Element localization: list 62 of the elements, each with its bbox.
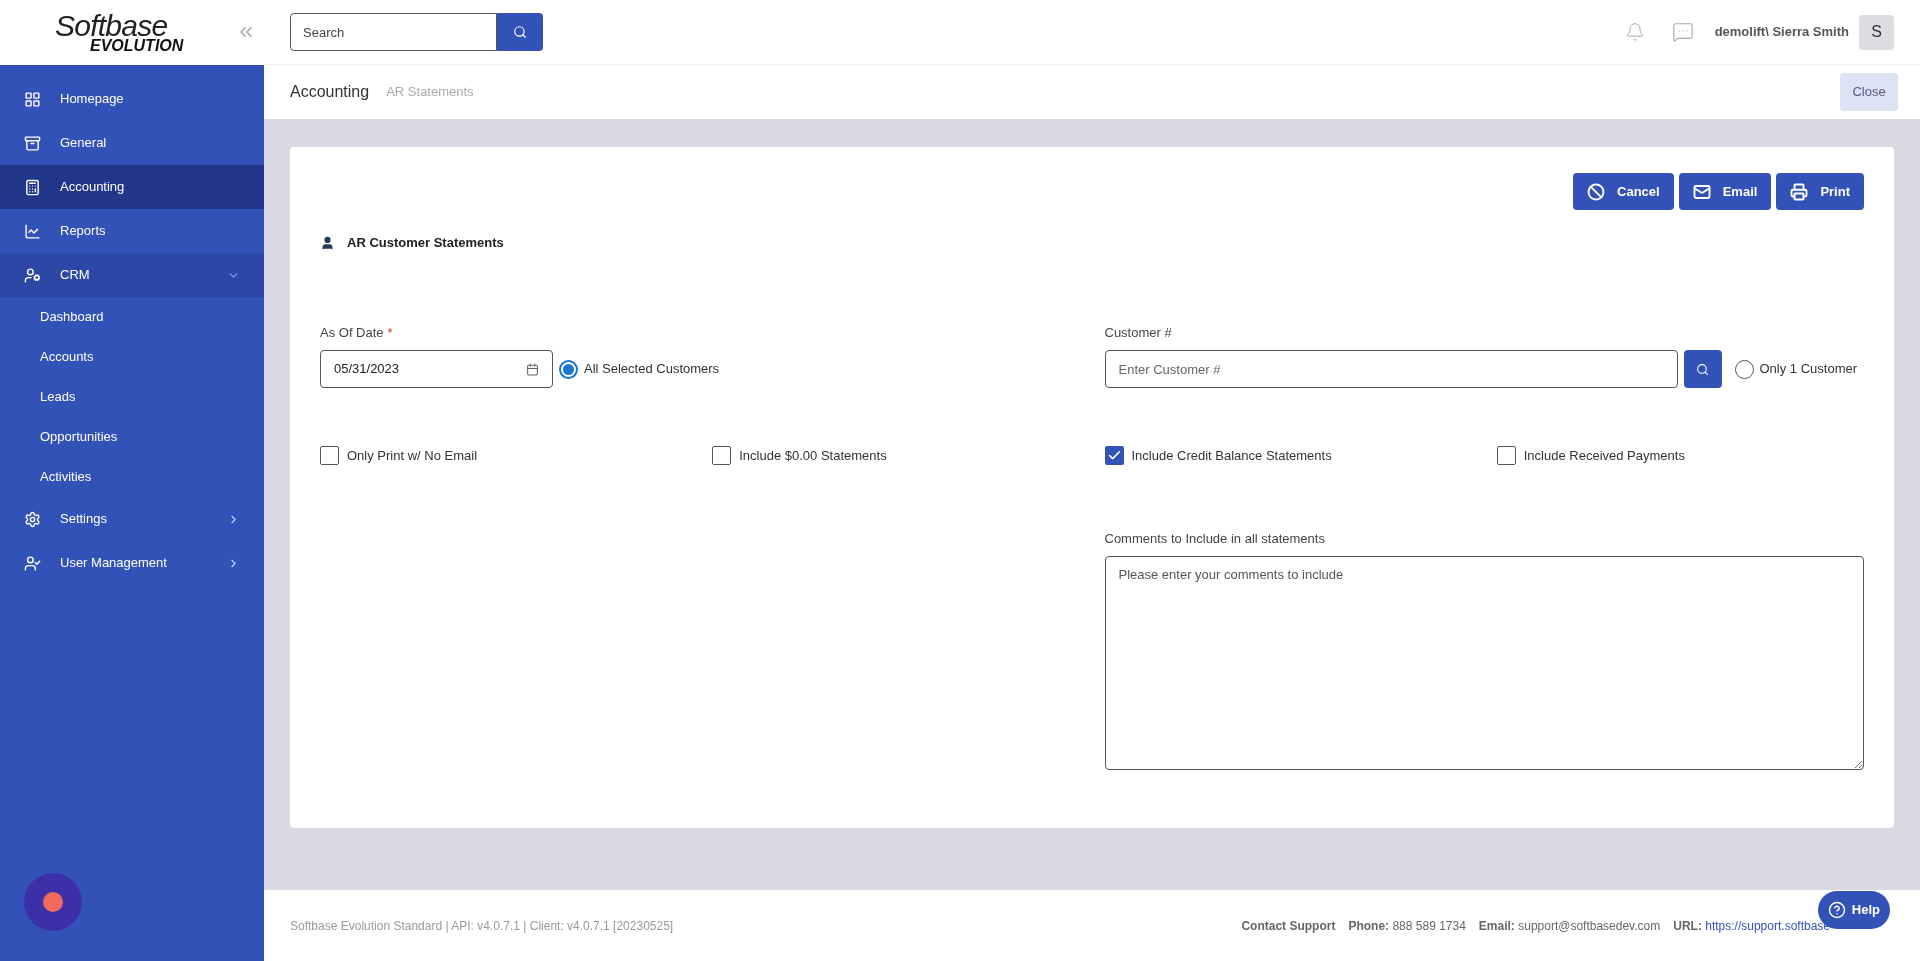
sidebar-subitem[interactable]: Leads	[0, 377, 264, 417]
sidebar-subitem[interactable]: Opportunities	[0, 417, 264, 457]
sidebar-item[interactable]: General	[0, 121, 264, 165]
field-label: Comments to Include in all statements	[1104, 529, 1326, 548]
form-title: AR Customer Statements	[347, 234, 504, 252]
sidebar-item[interactable]: User Management	[0, 541, 264, 585]
sidebar-item[interactable]: Accounting	[0, 165, 264, 209]
sidebar-subitem[interactable]: Dashboard	[0, 297, 264, 337]
calendar-icon[interactable]	[526, 362, 539, 376]
checkbox-label: Only Print w/ No Email	[347, 447, 478, 465]
sidebar-item[interactable]: CRM	[0, 253, 264, 297]
settings-icon	[24, 510, 41, 528]
sidebar-item[interactable]: Settings	[0, 497, 264, 541]
checkbox-label: Include $0.00 Statements	[739, 447, 887, 465]
field-label: Customer #	[1104, 323, 1173, 342]
checkbox[interactable]	[712, 446, 732, 466]
customer-field[interactable]: Enter Customer #	[1104, 350, 1678, 388]
radio-label: All Selected Customers	[584, 360, 720, 379]
checkbox-label: Include Credit Balance Statements	[1131, 447, 1332, 465]
email-button[interactable]: Email	[1678, 173, 1772, 210]
search-field[interactable]: Search	[290, 13, 497, 51]
checkbox-label: Include Received Payments	[1523, 447, 1685, 465]
footer-info: Email: support@softbasedev.com	[1478, 917, 1661, 935]
sidebar-subitem[interactable]: Activities	[0, 457, 264, 497]
mail-icon	[1692, 182, 1711, 201]
radio-button[interactable]	[559, 359, 578, 379]
sidebar-subitem[interactable]: Accounts	[0, 337, 264, 377]
calculator-icon	[24, 178, 41, 196]
user-icon	[320, 234, 335, 251]
search-icon	[513, 25, 527, 39]
cancel-icon	[1587, 182, 1606, 201]
cancel-button[interactable]: Cancel	[1573, 173, 1674, 210]
checkbox[interactable]	[1496, 446, 1516, 466]
version-text: Softbase Evolution Standard | API: v4.0.7.1 | Client: v4.0.7.1 [20230525]	[290, 917, 674, 935]
user-icon	[24, 266, 41, 284]
printer-icon	[1790, 182, 1809, 201]
avatar[interactable]: S	[1859, 14, 1894, 50]
radio-label: Only 1 Customer	[1759, 360, 1858, 379]
date-field[interactable]: 05/31/2023	[320, 350, 553, 388]
search-button[interactable]	[1683, 350, 1722, 388]
checkbox[interactable]	[320, 446, 339, 466]
field-label: As Of Date	[320, 323, 384, 342]
print-button[interactable]: Print	[1776, 173, 1864, 210]
archive-icon	[24, 134, 41, 152]
search-button[interactable]	[497, 13, 543, 51]
chart-icon	[24, 222, 41, 240]
sidebar-item[interactable]: Reports	[0, 209, 264, 253]
comments-field[interactable]: Please enter your comments to include	[1104, 556, 1864, 770]
user-name[interactable]: demolift\ Sierra Smith	[1714, 22, 1849, 42]
sidebar-item[interactable]: Homepage	[0, 77, 264, 121]
footer-info: Phone: 888 589 1734	[1348, 917, 1466, 935]
contact-support: Contact Support	[1241, 917, 1336, 935]
logo: Softbase EVOLUTION	[55, 11, 184, 54]
search-icon	[1696, 362, 1709, 376]
user-icon	[24, 554, 41, 572]
grid-icon	[24, 90, 41, 108]
required-mark: *	[387, 323, 393, 342]
help-icon	[1827, 901, 1846, 919]
breadcrumb-item: AR Statements	[386, 83, 474, 102]
breadcrumb-item[interactable]: Accounting	[290, 80, 370, 104]
checkbox[interactable]	[1104, 446, 1124, 466]
close-button[interactable]: Close	[1840, 73, 1898, 111]
